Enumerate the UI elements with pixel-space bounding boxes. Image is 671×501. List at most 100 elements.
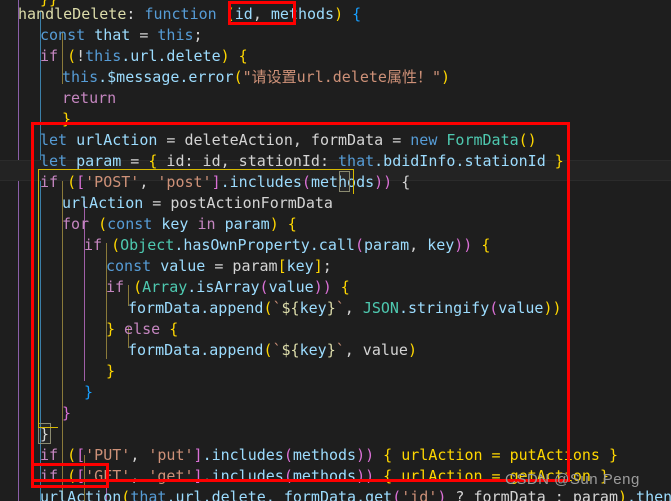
code-token: key xyxy=(286,257,314,275)
code-line[interactable]: for (const key in param) { xyxy=(62,214,297,235)
code-token: key xyxy=(299,299,327,317)
code-token: if xyxy=(106,278,134,296)
code-token: id xyxy=(234,5,253,23)
code-token: } xyxy=(106,362,116,380)
code-token: [ xyxy=(277,257,287,275)
code-token: .isArray xyxy=(187,278,260,296)
code-token: 'put' xyxy=(148,446,194,464)
code-token: Object xyxy=(120,236,175,254)
code-token: )) xyxy=(356,446,375,464)
code-line[interactable]: } xyxy=(62,403,71,424)
code-token: ( xyxy=(283,446,293,464)
code-token: let xyxy=(40,152,77,170)
code-token: ` xyxy=(272,341,282,359)
code-token: ( xyxy=(67,446,77,464)
code-token: { xyxy=(169,320,179,338)
code-token: key xyxy=(161,215,189,233)
code-token: = postActionFormData xyxy=(143,194,333,212)
code-token: if xyxy=(40,467,68,485)
code-token: ) xyxy=(437,488,447,501)
code-line[interactable]: const that = this; xyxy=(40,25,203,46)
code-line[interactable]: if (Array.isArray(value)) { xyxy=(106,277,350,298)
code-token: return xyxy=(62,89,117,107)
code-token: )) xyxy=(313,278,332,296)
code-editor-viewport[interactable]: }} handleDelete: function (id, methods) … xyxy=(0,0,671,501)
code-token: } xyxy=(326,299,336,317)
code-line[interactable]: urlAction = postActionFormData xyxy=(62,193,333,214)
code-token: { xyxy=(392,173,411,191)
code-token: new xyxy=(410,131,447,149)
code-token: ` xyxy=(335,299,345,317)
code-token: param xyxy=(76,152,122,170)
code-token: ) xyxy=(334,5,344,23)
urlaction-call-token[interactable]: urlAction xyxy=(40,487,121,501)
code-token: } xyxy=(608,446,618,464)
code-token: ` xyxy=(335,341,345,359)
code-token: ( xyxy=(111,236,121,254)
code-line[interactable]: this.$message.error("请设置url.delete属性！") xyxy=(62,67,450,88)
code-line[interactable]: let urlAction = deleteAction, formData =… xyxy=(40,130,537,151)
code-token: urlAction xyxy=(62,194,144,212)
code-line[interactable]: formData.append(`${key}`, JSON.stringify… xyxy=(128,298,562,319)
code-token: ( xyxy=(67,47,77,65)
code-token: in xyxy=(188,215,225,233)
code-line[interactable]: } else { xyxy=(106,319,178,340)
code-token: ] xyxy=(193,446,203,464)
code-token: ) xyxy=(407,341,417,359)
code-token: ( xyxy=(121,488,131,501)
code-token: urlAction xyxy=(76,131,158,149)
code-token: handleDelete xyxy=(18,5,127,23)
code-token: that xyxy=(338,152,375,170)
code-token: ; xyxy=(193,26,203,44)
code-token: ; xyxy=(322,257,332,275)
code-line[interactable]: if (['PUT', 'put'].includes(methods)) { … xyxy=(40,445,618,466)
code-token: .$message.error xyxy=(98,68,234,86)
methods-parameter[interactable]: methods xyxy=(271,4,334,25)
code-token: ( xyxy=(301,173,311,191)
code-token: else xyxy=(115,320,170,338)
code-text-layer[interactable]: }} handleDelete: function (id, methods) … xyxy=(0,0,671,501)
code-token: = param xyxy=(205,257,278,275)
code-token: .includes xyxy=(220,173,302,191)
code-token: { xyxy=(148,152,158,170)
code-token: 'GET' xyxy=(85,467,131,485)
code-token: const xyxy=(40,26,95,44)
code-line[interactable]: formData.append(`${key}`, value) xyxy=(128,340,417,361)
code-line[interactable]: if (Object.hasOwnProperty.call(param, ke… xyxy=(84,235,490,256)
code-token: this xyxy=(85,47,122,65)
code-token: } xyxy=(40,425,50,443)
code-token: methods xyxy=(292,467,357,485)
code-line[interactable]: urlAction(that.url.delete, formData.get(… xyxy=(40,487,671,501)
code-line[interactable]: if (['POST', 'post'].includes(methods)) … xyxy=(40,172,410,193)
code-token: ( xyxy=(263,341,273,359)
code-line[interactable]: } xyxy=(62,109,71,130)
code-token: param xyxy=(224,215,270,233)
code-token: ) xyxy=(618,488,628,501)
code-token: [ xyxy=(76,173,86,191)
code-token: methods xyxy=(292,446,357,464)
code-token: if xyxy=(40,47,68,65)
code-token: ) xyxy=(220,47,230,65)
code-line[interactable]: handleDelete: function (id, methods) { xyxy=(18,4,361,25)
code-line[interactable]: } xyxy=(106,361,115,382)
code-line[interactable]: const value = param[key]; xyxy=(106,256,332,277)
code-token: } xyxy=(62,110,72,128)
code-token: FormData xyxy=(446,131,519,149)
code-token: ( xyxy=(489,299,499,317)
code-token: this xyxy=(157,26,194,44)
code-token: that xyxy=(130,488,167,501)
code-token: )) xyxy=(543,299,562,317)
code-token: ${ xyxy=(281,299,300,317)
code-line[interactable]: } xyxy=(84,382,93,403)
code-line[interactable]: if (!this.url.delete) { xyxy=(40,46,248,67)
code-line[interactable]: } xyxy=(40,424,49,445)
code-token: ( xyxy=(67,467,77,485)
code-line[interactable]: return xyxy=(62,88,116,109)
code-token: = xyxy=(121,152,149,170)
code-token: 'get' xyxy=(148,467,194,485)
code-token: { xyxy=(331,278,350,296)
code-token: , xyxy=(344,299,363,317)
code-token: .includes xyxy=(202,467,284,485)
code-token: ( xyxy=(133,278,143,296)
code-line[interactable]: let param = { id: id, stationId: that.bd… xyxy=(40,151,564,172)
